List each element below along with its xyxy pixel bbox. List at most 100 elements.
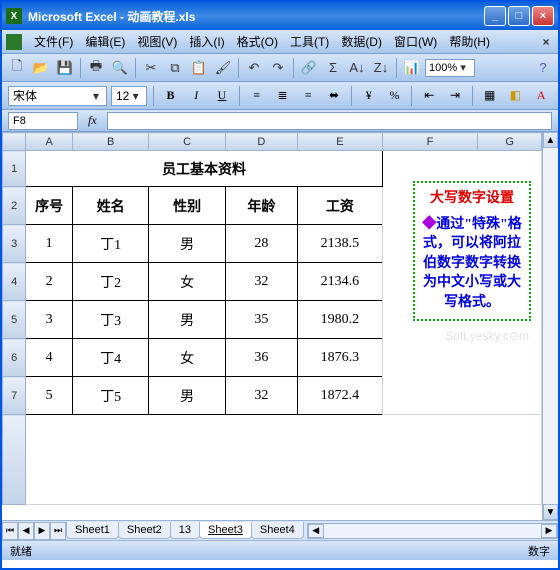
link-icon[interactable]: 🔗	[298, 57, 320, 79]
sheet-tab[interactable]: Sheet3	[199, 522, 252, 539]
sort-asc-icon[interactable]: A↓	[346, 57, 368, 79]
tab-last-icon[interactable]: ⏭	[50, 522, 66, 540]
cell[interactable]: 丁3	[73, 301, 149, 339]
cell[interactable]: 男	[149, 377, 225, 415]
cell[interactable]: 5	[26, 377, 73, 415]
row-header[interactable]: 1	[3, 151, 26, 187]
cell[interactable]: 1	[26, 225, 73, 263]
cell[interactable]: 大写数字设置 ◆通过"特殊"格式，可以将阿拉伯数字数字转换为中文小写或大写格式。…	[382, 151, 541, 415]
th-age[interactable]: 年龄	[225, 187, 297, 225]
menu-tools[interactable]: 工具(T)	[284, 31, 335, 52]
menu-data[interactable]: 数据(D)	[335, 31, 388, 52]
sort-desc-icon[interactable]: Z↓	[370, 57, 392, 79]
sheet-tab[interactable]: Sheet1	[66, 522, 119, 539]
preview-icon[interactable]: 🔍	[109, 57, 131, 79]
menu-help[interactable]: 帮助(H)	[443, 31, 496, 52]
sheet-tab[interactable]: 13	[170, 522, 200, 539]
cell[interactable]: 丁2	[73, 263, 149, 301]
col-header[interactable]: G	[478, 133, 542, 151]
cell[interactable]: 男	[149, 301, 225, 339]
row-header[interactable]	[3, 415, 26, 505]
cell[interactable]: 丁1	[73, 225, 149, 263]
scroll-right-icon[interactable]: ▶	[541, 524, 557, 538]
row-header[interactable]: 5	[3, 301, 26, 339]
cell[interactable]: 男	[149, 225, 225, 263]
scroll-down-icon[interactable]: ▼	[543, 504, 558, 520]
indent-dec-icon[interactable]: ⇤	[418, 85, 440, 107]
col-header[interactable]: D	[225, 133, 297, 151]
menu-edit[interactable]: 编辑(E)	[79, 31, 131, 52]
help-icon[interactable]: ?	[532, 57, 554, 79]
font-color-icon[interactable]: A	[530, 85, 552, 107]
formula-bar[interactable]	[107, 112, 552, 130]
cell[interactable]: 1872.4	[297, 377, 382, 415]
chart-icon[interactable]: 📊	[401, 57, 423, 79]
col-header[interactable]: E	[297, 133, 382, 151]
cell[interactable]: 丁4	[73, 339, 149, 377]
col-header[interactable]: F	[382, 133, 477, 151]
col-header[interactable]: C	[149, 133, 225, 151]
cell[interactable]: 35	[225, 301, 297, 339]
cell[interactable]: 女	[149, 339, 225, 377]
row-header[interactable]: 4	[3, 263, 26, 301]
col-header[interactable]: A	[26, 133, 73, 151]
indent-inc-icon[interactable]: ⇥	[444, 85, 466, 107]
format-painter-icon[interactable]: 🖌	[212, 57, 234, 79]
scroll-up-icon[interactable]: ▲	[543, 132, 558, 148]
tab-next-icon[interactable]: ▶	[34, 522, 50, 540]
underline-button[interactable]: U	[211, 85, 233, 107]
table-title[interactable]: 员工基本资料	[26, 151, 382, 187]
cell[interactable]: 1980.2	[297, 301, 382, 339]
percent-icon[interactable]: %	[384, 85, 406, 107]
cell[interactable]: 1876.3	[297, 339, 382, 377]
scroll-left-icon[interactable]: ◀	[308, 524, 324, 538]
print-icon[interactable]: 🖶	[85, 57, 107, 79]
borders-icon[interactable]: ▦	[479, 85, 501, 107]
cell[interactable]: 女	[149, 263, 225, 301]
align-left-icon[interactable]: ≡	[246, 85, 268, 107]
open-icon[interactable]: 📂	[30, 57, 52, 79]
cell[interactable]: 32	[225, 377, 297, 415]
doc-close-button[interactable]: ×	[538, 34, 554, 50]
undo-icon[interactable]: ↶	[243, 57, 265, 79]
cell[interactable]: 28	[225, 225, 297, 263]
maximize-button[interactable]: □	[508, 6, 530, 26]
row-header[interactable]: 6	[3, 339, 26, 377]
merge-icon[interactable]: ⬌	[323, 85, 345, 107]
italic-button[interactable]: I	[185, 85, 207, 107]
cell[interactable]: 2134.6	[297, 263, 382, 301]
th-name[interactable]: 姓名	[73, 187, 149, 225]
row-header[interactable]: 2	[3, 187, 26, 225]
sheet-tab[interactable]: Sheet4	[251, 522, 304, 539]
menu-format[interactable]: 格式(O)	[231, 31, 284, 52]
menu-insert[interactable]: 插入(I)	[183, 31, 230, 52]
zoom-select[interactable]: 100%▾	[425, 59, 475, 77]
menu-window[interactable]: 窗口(W)	[388, 31, 443, 52]
fx-icon[interactable]: fx	[88, 113, 97, 128]
name-box[interactable]: F8	[8, 112, 78, 130]
row-header[interactable]: 3	[3, 225, 26, 263]
sheet-tab[interactable]: Sheet2	[118, 522, 171, 539]
grid[interactable]: A B C D E F G 1 员工基本资料 大写数字设置 ◆通过"特殊"格式，…	[2, 132, 542, 520]
close-button[interactable]: ×	[532, 6, 554, 26]
row-header[interactable]: 7	[3, 377, 26, 415]
paste-icon[interactable]: 📋	[188, 57, 210, 79]
cell[interactable]: 2	[26, 263, 73, 301]
doc-icon[interactable]	[6, 34, 22, 50]
save-icon[interactable]: 💾	[54, 57, 76, 79]
th-salary[interactable]: 工资	[297, 187, 382, 225]
align-right-icon[interactable]: ≡	[297, 85, 319, 107]
vertical-scrollbar[interactable]: ▲ ▼	[542, 132, 558, 520]
cell[interactable]: 36	[225, 339, 297, 377]
th-seq[interactable]: 序号	[26, 187, 73, 225]
copy-icon[interactable]: ⧉	[164, 57, 186, 79]
cell[interactable]: 4	[26, 339, 73, 377]
tab-prev-icon[interactable]: ◀	[18, 522, 34, 540]
redo-icon[interactable]: ↷	[267, 57, 289, 79]
th-gender[interactable]: 性别	[149, 187, 225, 225]
cell[interactable]: 3	[26, 301, 73, 339]
font-name-select[interactable]: 宋体▾	[8, 86, 107, 106]
font-size-select[interactable]: 12▾	[111, 86, 147, 106]
cut-icon[interactable]: ✂	[140, 57, 162, 79]
sum-icon[interactable]: Σ	[322, 57, 344, 79]
